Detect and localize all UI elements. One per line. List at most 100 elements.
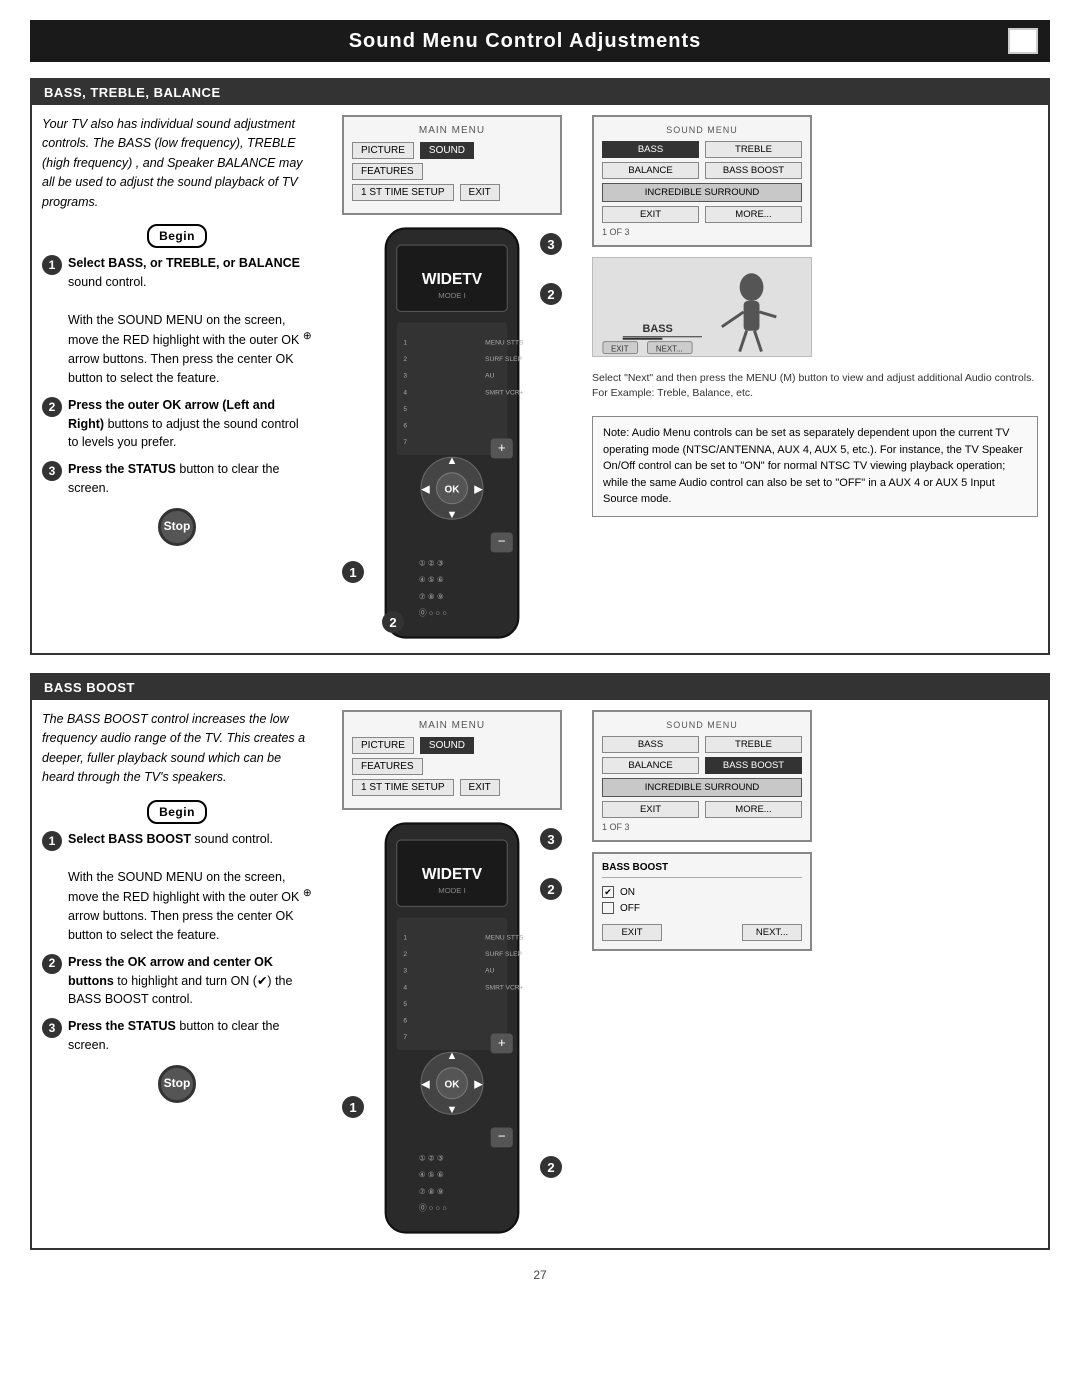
svg-text:MODE I: MODE I — [438, 291, 465, 300]
section2-step1-num: 1 — [42, 831, 62, 851]
menu-btn-setup-1[interactable]: 1 ST TIME SETUP — [352, 184, 454, 201]
svg-text:4: 4 — [403, 984, 407, 991]
svg-text:BASS: BASS — [643, 323, 673, 335]
menu-btn-features-2[interactable]: FEATURES — [352, 758, 423, 775]
svg-text:−: − — [498, 534, 506, 549]
smenu2-bassboost[interactable]: BASS BOOST — [705, 757, 802, 774]
svg-text:⓪ ○ ○ ○: ⓪ ○ ○ ○ — [419, 1203, 447, 1212]
svg-text:⑦ ⑧ ⑨: ⑦ ⑧ ⑨ — [419, 592, 444, 601]
bass-boost-exit-btn[interactable]: EXIT — [602, 924, 662, 941]
step1-num: 1 — [42, 255, 62, 275]
bass-boost-screen-title: BASS BOOST — [602, 862, 802, 878]
svg-text:−: − — [498, 1129, 506, 1144]
smenu-bassboost-1[interactable]: BASS BOOST — [705, 162, 802, 179]
section2-right-col: SOUND MENU BASS TREBLE BALANCE BASS BOOS… — [592, 710, 1038, 1238]
svg-text:2: 2 — [403, 356, 407, 363]
menu-btn-features-1[interactable]: FEATURES — [352, 163, 423, 180]
svg-text:5: 5 — [403, 406, 407, 413]
svg-text:7: 7 — [403, 439, 407, 446]
section-bass-boost: Bass Boost The BASS BOOST control increa… — [30, 673, 1050, 1250]
svg-text:6: 6 — [403, 1017, 407, 1024]
remote-step2-overlay: 2 — [540, 283, 562, 305]
remote2-step3-overlay: 3 — [540, 828, 562, 850]
section2-intro: The BASS BOOST control increases the low… — [42, 710, 312, 788]
svg-text:1: 1 — [403, 340, 407, 347]
stop-circle-2: Stop — [158, 1065, 196, 1103]
svg-text:MENU STTS: MENU STTS — [485, 935, 524, 942]
svg-text:+: + — [498, 1035, 506, 1050]
stop-badge-1: Stop — [42, 508, 312, 546]
menu-btn-setup-2[interactable]: 1 ST TIME SETUP — [352, 779, 454, 796]
checkbox-off[interactable] — [602, 902, 614, 914]
svg-text:④ ⑤ ⑥: ④ ⑤ ⑥ — [419, 1170, 444, 1179]
svg-text:⑦ ⑧ ⑨: ⑦ ⑧ ⑨ — [419, 1187, 444, 1196]
svg-text:SMRT VCR+: SMRT VCR+ — [485, 984, 523, 991]
remote-step1a-overlay: 1 — [342, 561, 364, 583]
remote2-step2a-overlay: 2 — [540, 878, 562, 900]
step3-num: 3 — [42, 461, 62, 481]
svg-text:4: 4 — [403, 389, 407, 396]
section2-step1-item: 1 Select BASS BOOST sound control. With … — [42, 830, 312, 945]
sound-menu-screen-1: SOUND MENU BASS TREBLE BALANCE BASS BOOS… — [592, 115, 812, 247]
smenu-page-1: 1 OF 3 — [602, 227, 630, 237]
smenu2-more[interactable]: MORE... — [705, 801, 802, 818]
svg-text:1: 1 — [403, 935, 407, 942]
smenu-balance-1[interactable]: BALANCE — [602, 162, 699, 179]
menu-btn-sound-1[interactable]: SOUND — [420, 142, 474, 159]
stop-badge-2: Stop — [42, 1065, 312, 1103]
svg-text:OK: OK — [445, 1080, 461, 1091]
svg-text:5: 5 — [403, 1001, 407, 1008]
menu-btn-sound-2[interactable]: SOUND — [420, 737, 474, 754]
smenu2-incredible[interactable]: INCREDIBLE SURROUND — [602, 778, 802, 797]
menu-btn-exit-1[interactable]: EXIT — [460, 184, 500, 201]
smenu-bass-1[interactable]: BASS — [602, 141, 699, 158]
svg-text:SURF SLEP: SURF SLEP — [485, 951, 522, 958]
section1-text-col: Your TV also has individual sound adjust… — [42, 115, 312, 643]
svg-text:MODE I: MODE I — [438, 886, 465, 895]
smenu2-balance[interactable]: BALANCE — [602, 757, 699, 774]
section2-step1-text: Select BASS BOOST sound control. With th… — [68, 830, 312, 945]
smenu2-treble[interactable]: TREBLE — [705, 736, 802, 753]
svg-text:7: 7 — [403, 1034, 407, 1041]
section1-middle-col: MAIN MENU PICTURE SOUND FEATURES 1 ST TI… — [322, 115, 582, 643]
section2-middle-col: MAIN MENU PICTURE SOUND FEATURES 1 ST TI… — [322, 710, 582, 1238]
smenu-incredible-1[interactable]: INCREDIBLE SURROUND — [602, 183, 802, 202]
remote-step2a-overlay: 2 — [382, 611, 404, 633]
svg-text:① ② ③: ① ② ③ — [419, 559, 444, 568]
page-title-bar: Sound Menu Control Adjustments — [30, 20, 1050, 62]
section2-step2-item: 2 Press the OK arrow and center OK butto… — [42, 953, 312, 1009]
stop-circle-1: Stop — [158, 508, 196, 546]
svg-text:EXIT: EXIT — [611, 345, 629, 354]
smenu2-bass[interactable]: BASS — [602, 736, 699, 753]
remote-2: 3 2 1 2 WIDETV MODE I 1 2 3 4 5 — [332, 818, 572, 1238]
section2-step2-num: 2 — [42, 954, 62, 974]
smenu2-exit[interactable]: EXIT — [602, 801, 699, 818]
svg-text:◀: ◀ — [421, 1079, 430, 1091]
checkbox-on[interactable]: ✔ — [602, 886, 614, 898]
bass-boost-off-row: OFF — [602, 900, 802, 916]
smenu-treble-1[interactable]: TREBLE — [705, 141, 802, 158]
off-label: OFF — [620, 903, 640, 914]
svg-text:▲: ▲ — [447, 455, 458, 467]
main-menu-title-2: MAIN MENU — [352, 720, 552, 731]
svg-text:3: 3 — [403, 968, 407, 975]
svg-text:SURF SLEP: SURF SLEP — [485, 356, 522, 363]
sound-menu-screen-2: SOUND MENU BASS TREBLE BALANCE BASS BOOS… — [592, 710, 812, 842]
bass-boost-next-btn[interactable]: NEXT... — [742, 924, 802, 941]
svg-text:AU: AU — [485, 373, 494, 380]
remote-1: 3 2 1 2 WIDETV MODE I — [332, 223, 572, 643]
music-image-1: BASS EXIT NEXT... — [592, 257, 812, 357]
section2-header: Bass Boost — [32, 675, 1048, 700]
section2-step3-num: 3 — [42, 1018, 62, 1038]
svg-text:WIDETV: WIDETV — [422, 866, 483, 883]
smenu-exit-1[interactable]: EXIT — [602, 206, 699, 223]
smenu-more-1[interactable]: MORE... — [705, 206, 802, 223]
menu-btn-picture-1[interactable]: PICTURE — [352, 142, 414, 159]
svg-text:▶: ▶ — [474, 484, 483, 496]
title-corner-box — [1008, 28, 1038, 54]
main-menu-title-1: MAIN MENU — [352, 125, 552, 136]
menu-btn-exit-2[interactable]: EXIT — [460, 779, 500, 796]
svg-text:▶: ▶ — [474, 1079, 483, 1091]
menu-btn-picture-2[interactable]: PICTURE — [352, 737, 414, 754]
step2-item: 2 Press the outer OK arrow (Left and Rig… — [42, 396, 312, 452]
